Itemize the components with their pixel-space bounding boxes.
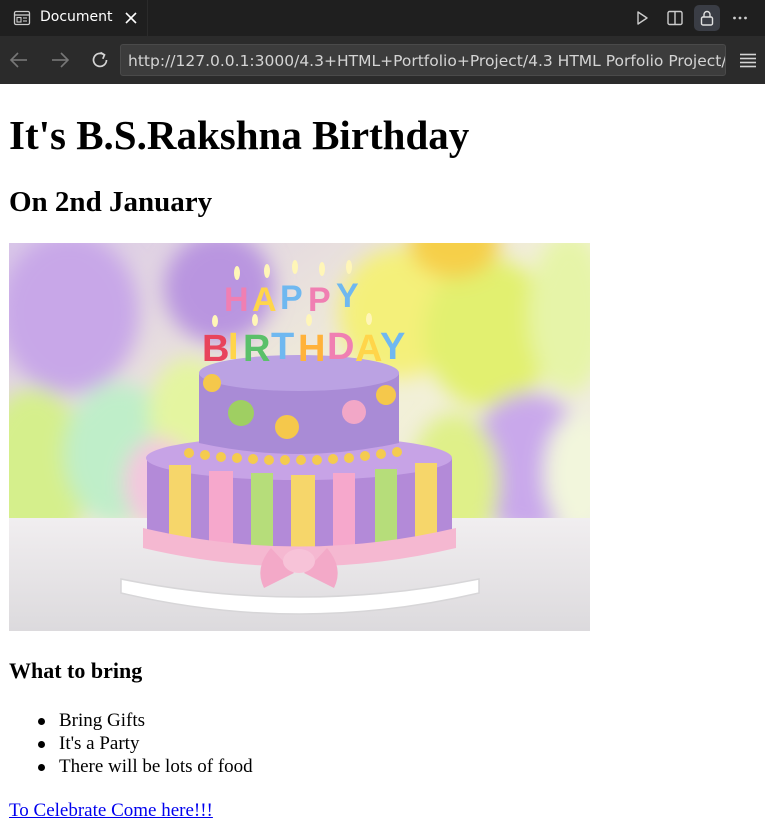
split-editor-button[interactable] xyxy=(662,5,688,31)
list-item-text: Bring Gifts xyxy=(59,710,146,731)
back-button[interactable] xyxy=(8,49,30,71)
bullet-icon xyxy=(38,764,45,771)
url-text[interactable]: http://127.0.0.1:3000/4.3+HTML+Portfolio… xyxy=(128,51,725,71)
tab-document[interactable]: Document xyxy=(0,0,148,36)
list-item-text: It's a Party xyxy=(59,733,140,754)
list-item-text: There will be lots of food xyxy=(59,756,253,777)
close-icon[interactable] xyxy=(122,9,140,27)
tab-title: Document xyxy=(40,9,113,25)
page-content: It's B.S.Rakshna Birthday On 2nd January xyxy=(0,84,765,833)
svg-text:D: D xyxy=(327,326,354,368)
page-title: It's B.S.Rakshna Birthday xyxy=(9,112,470,158)
reload-icon xyxy=(92,51,108,68)
bullet-icon xyxy=(38,718,45,725)
lock-icon xyxy=(700,10,714,26)
svg-text:P: P xyxy=(280,279,303,317)
svg-text:H: H xyxy=(298,328,325,370)
lock-button[interactable] xyxy=(694,5,720,31)
forward-button[interactable] xyxy=(49,49,71,71)
svg-text:T: T xyxy=(271,326,294,368)
arrow-left-icon xyxy=(9,52,27,68)
svg-text:R: R xyxy=(243,328,270,370)
run-button[interactable] xyxy=(629,5,655,31)
more-actions-button[interactable] xyxy=(727,5,753,31)
section-heading: What to bring xyxy=(9,658,143,683)
svg-text:Y: Y xyxy=(380,326,405,368)
svg-text:H: H xyxy=(224,281,249,319)
preview-icon xyxy=(13,9,31,27)
bullet-icon xyxy=(38,741,45,748)
browser-toolbar: http://127.0.0.1:3000/4.3+HTML+Portfolio… xyxy=(0,36,765,84)
editor-tab-bar: Document xyxy=(0,0,765,36)
svg-text:P: P xyxy=(308,281,331,319)
svg-text:I: I xyxy=(228,326,239,368)
reload-button[interactable] xyxy=(89,49,111,71)
celebrate-link[interactable]: To Celebrate Come here!!! xyxy=(9,800,213,822)
svg-text:A: A xyxy=(252,281,277,319)
birthday-cake-image: H A P P Y B I R T H D A Y xyxy=(9,243,590,631)
page-subtitle: On 2nd January xyxy=(9,186,213,218)
svg-text:B: B xyxy=(202,328,229,370)
address-bar[interactable]: http://127.0.0.1:3000/4.3+HTML+Portfolio… xyxy=(120,44,726,76)
arrow-right-icon xyxy=(52,52,70,68)
split-editor-icon xyxy=(667,10,683,26)
svg-text:A: A xyxy=(355,328,382,370)
ellipsis-icon xyxy=(733,16,747,20)
menu-button[interactable] xyxy=(737,49,759,71)
svg-text:Y: Y xyxy=(336,277,359,315)
play-icon xyxy=(637,11,648,25)
hamburger-icon xyxy=(740,53,756,68)
